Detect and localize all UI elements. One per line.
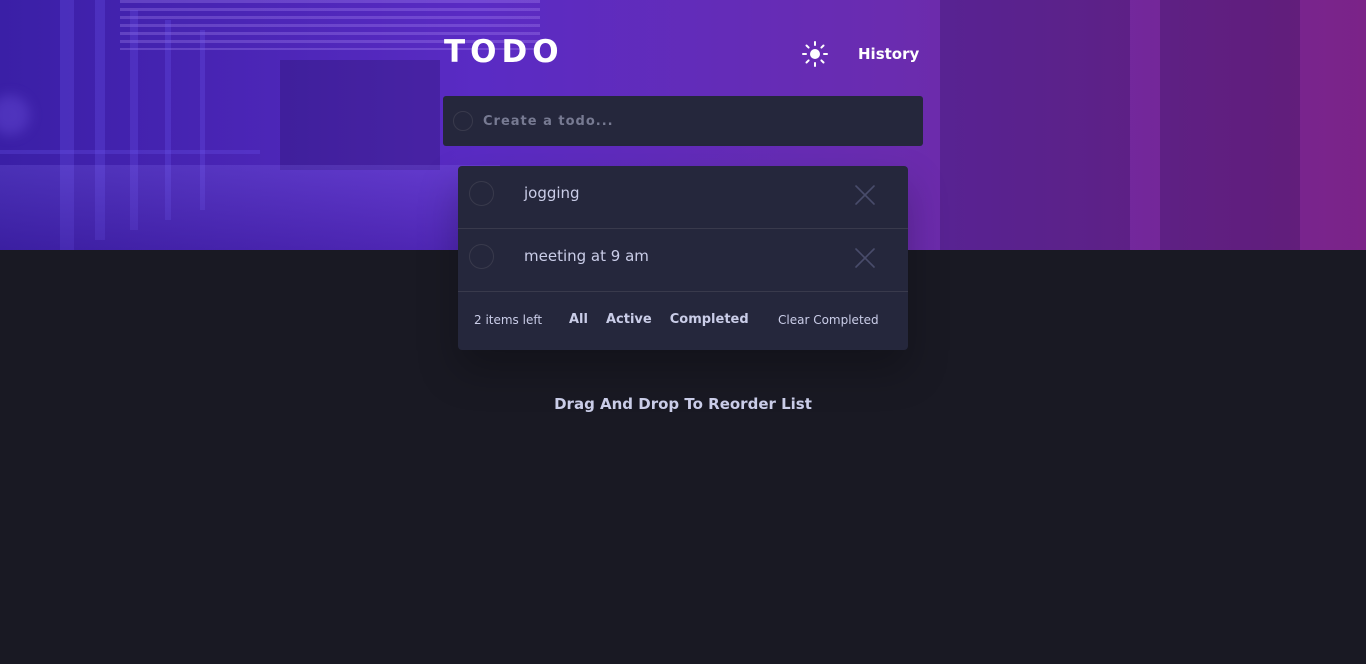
close-icon[interactable] bbox=[854, 184, 876, 206]
drag-drop-hint: Drag And Drop To Reorder List bbox=[554, 395, 812, 413]
filter-all[interactable]: All bbox=[569, 312, 588, 327]
todo-checkbox[interactable] bbox=[469, 244, 494, 269]
filter-completed[interactable]: Completed bbox=[670, 312, 749, 327]
sun-icon bbox=[802, 41, 828, 67]
items-left-count: 2 items left bbox=[474, 313, 543, 327]
todo-text: jogging bbox=[524, 184, 580, 202]
banner-floor bbox=[0, 165, 500, 250]
todo-item[interactable]: jogging bbox=[458, 166, 908, 229]
create-circle-icon bbox=[453, 111, 473, 131]
filter-group: All Active Completed bbox=[569, 312, 749, 327]
todo-text: meeting at 9 am bbox=[524, 247, 649, 265]
create-todo-box bbox=[443, 96, 923, 146]
theme-toggle-button[interactable] bbox=[801, 40, 829, 68]
todo-checkbox[interactable] bbox=[469, 181, 494, 206]
todo-item[interactable]: meeting at 9 am bbox=[458, 229, 908, 292]
history-link[interactable]: History bbox=[858, 45, 919, 63]
close-icon[interactable] bbox=[854, 247, 876, 269]
clear-completed-button[interactable]: Clear Completed bbox=[778, 313, 879, 327]
create-todo-input[interactable] bbox=[483, 96, 923, 146]
filter-active[interactable]: Active bbox=[606, 312, 652, 327]
todo-footer: 2 items left All Active Completed Clear … bbox=[458, 292, 908, 349]
app-logo: TODO bbox=[444, 34, 564, 70]
todo-list: jogging meeting at 9 am 2 items left All… bbox=[458, 166, 908, 350]
